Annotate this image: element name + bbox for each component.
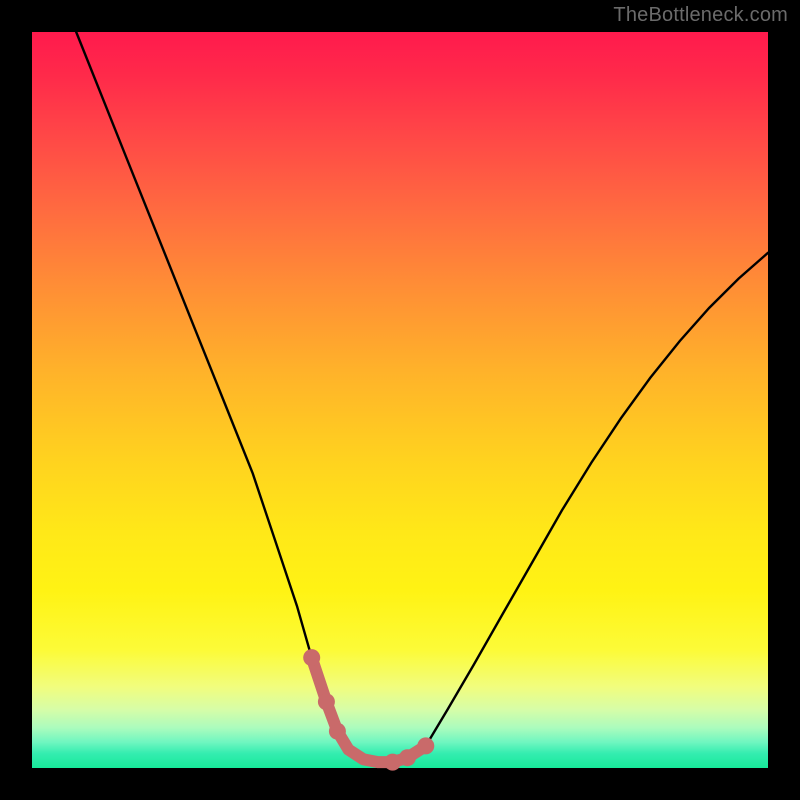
- curve-layer: [76, 32, 768, 771]
- highlight-dot: [329, 723, 346, 740]
- bottleneck-curve: [76, 32, 768, 762]
- highlight-dot: [318, 693, 335, 710]
- highlight-dot: [303, 649, 320, 666]
- chart-svg: [32, 32, 768, 768]
- highlight-dot: [384, 754, 401, 771]
- highlight-dot: [399, 749, 416, 766]
- chart-frame: TheBottleneck.com: [0, 0, 800, 800]
- watermark-text: TheBottleneck.com: [613, 4, 788, 27]
- highlight-dot: [417, 737, 434, 754]
